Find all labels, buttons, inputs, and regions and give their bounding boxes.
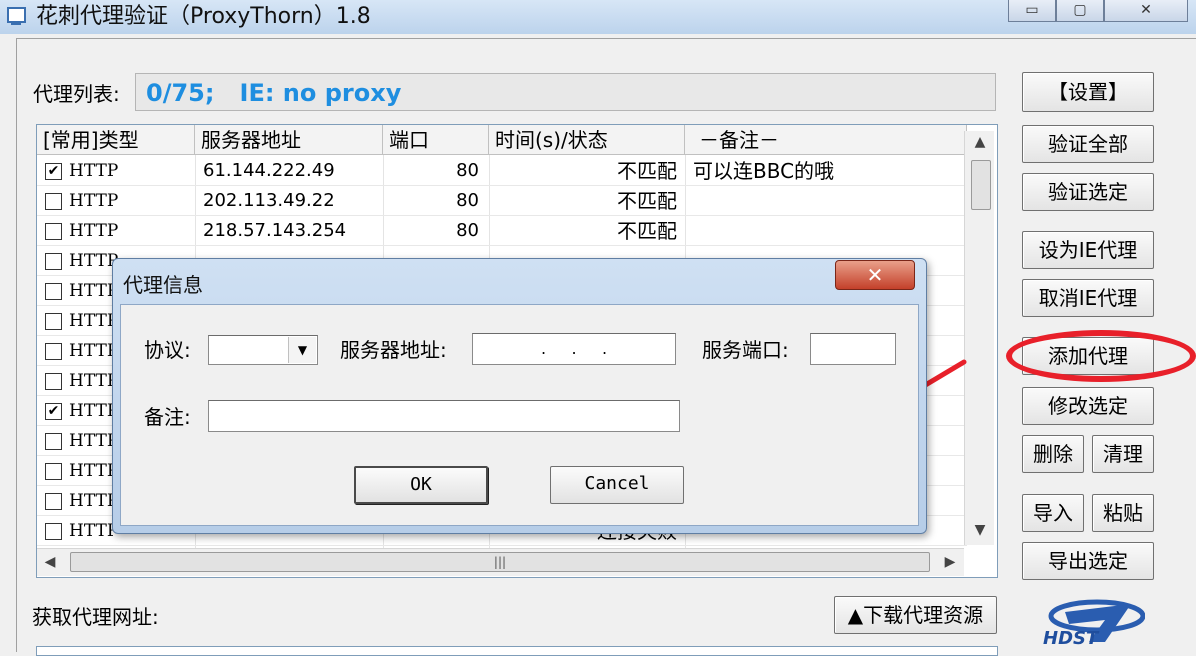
- note-label: 备注:: [144, 405, 191, 429]
- cell-type: HTTP: [69, 191, 119, 211]
- row-checkbox[interactable]: [45, 193, 62, 210]
- server-address-label: 服务器地址:: [340, 338, 447, 362]
- cell-note: [693, 216, 963, 246]
- cell-address: 218.57.143.254: [203, 220, 347, 241]
- svg-text:HDST: HDST: [1043, 628, 1100, 648]
- clean-button[interactable]: 清理: [1092, 435, 1154, 473]
- download-proxy-source-button[interactable]: ▲下载代理资源: [834, 596, 997, 634]
- row-checkbox[interactable]: [45, 283, 62, 300]
- cell-type: HTTP: [69, 221, 119, 241]
- horizontal-scroll-thumb[interactable]: |||: [70, 552, 930, 572]
- cell-status: 不匹配: [617, 219, 677, 243]
- row-checkbox[interactable]: [45, 313, 62, 330]
- row-checkbox[interactable]: ✔: [45, 403, 62, 420]
- row-checkbox[interactable]: [45, 253, 62, 270]
- maximize-button[interactable]: ▢: [1056, 0, 1104, 22]
- cell-port: 80: [456, 220, 479, 241]
- row-checkbox[interactable]: [45, 373, 62, 390]
- column-header-note[interactable]: －备注－: [685, 125, 967, 155]
- column-header-type[interactable]: [常用]类型: [37, 125, 195, 155]
- service-port-field[interactable]: [810, 333, 896, 365]
- server-address-field[interactable]: . . .: [472, 333, 676, 365]
- annotation-ellipse: [1006, 330, 1196, 382]
- dropdown-arrow-icon[interactable]: ▼: [288, 337, 316, 363]
- proxy-list-label: 代理列表:: [33, 82, 120, 106]
- column-header-address[interactable]: 服务器地址: [195, 125, 383, 155]
- protocol-label: 协议:: [144, 338, 191, 362]
- cell-status: 不匹配: [617, 159, 677, 183]
- settings-button[interactable]: 【设置】: [1022, 72, 1154, 112]
- scroll-down-arrow-icon[interactable]: ▼: [970, 522, 990, 538]
- row-checkbox[interactable]: [45, 433, 62, 450]
- cell-address: 61.144.222.49: [203, 160, 335, 181]
- fetch-url-field[interactable]: [36, 646, 998, 656]
- verify-selected-button[interactable]: 验证选定: [1022, 173, 1154, 211]
- column-header-port[interactable]: 端口: [383, 125, 489, 155]
- column-header-status[interactable]: 时间(s)/状态: [489, 125, 685, 155]
- row-checkbox[interactable]: [45, 493, 62, 510]
- cell-port: 80: [456, 160, 479, 181]
- app-icon: [4, 5, 28, 27]
- row-checkbox[interactable]: [45, 343, 62, 360]
- set-ie-proxy-button[interactable]: 设为IE代理: [1022, 231, 1154, 269]
- scroll-up-arrow-icon[interactable]: ▲: [970, 134, 990, 150]
- paste-button[interactable]: 粘贴: [1092, 494, 1154, 532]
- hdst-logo: HDST: [1043, 599, 1145, 648]
- dialog-close-button[interactable]: ✕: [835, 260, 915, 290]
- delete-button[interactable]: 删除: [1022, 435, 1084, 473]
- cancel-ie-proxy-button[interactable]: 取消IE代理: [1022, 279, 1154, 317]
- note-field[interactable]: [208, 400, 680, 432]
- close-window-button[interactable]: ✕: [1104, 0, 1188, 22]
- export-selected-button[interactable]: 导出选定: [1022, 542, 1154, 580]
- cancel-button[interactable]: Cancel: [550, 466, 684, 504]
- minimize-button[interactable]: ▭: [1008, 0, 1056, 22]
- cell-address: 202.113.49.22: [203, 190, 335, 211]
- fetch-url-label: 获取代理网址:: [32, 605, 159, 629]
- table-row[interactable]: HTTP 218.57.143.254 80 不匹配: [37, 216, 967, 246]
- row-checkbox[interactable]: [45, 223, 62, 240]
- table-row[interactable]: HTTP 202.113.49.22 80 不匹配: [37, 186, 967, 216]
- ok-button[interactable]: OK: [354, 466, 488, 504]
- vertical-scroll-thumb[interactable]: [971, 160, 991, 210]
- cell-note: [693, 186, 963, 216]
- cell-note: 可以连BBC的哦: [693, 159, 835, 183]
- cell-port: 80: [456, 190, 479, 211]
- cell-status: 不匹配: [617, 189, 677, 213]
- row-checkbox[interactable]: [45, 523, 62, 540]
- table-row[interactable]: ✔ HTTP 61.144.222.49 80 不匹配 可以连BBC的哦: [37, 156, 967, 186]
- verify-all-button[interactable]: 验证全部: [1022, 125, 1154, 163]
- scroll-left-arrow-icon[interactable]: ◀: [42, 554, 58, 570]
- service-port-label: 服务端口:: [702, 338, 789, 362]
- import-button[interactable]: 导入: [1022, 494, 1084, 532]
- modify-selected-button[interactable]: 修改选定: [1022, 387, 1154, 425]
- row-checkbox[interactable]: [45, 463, 62, 480]
- scroll-right-arrow-icon[interactable]: ▶: [942, 554, 958, 570]
- proxy-status-text: 0/75; IE: no proxy: [146, 79, 402, 107]
- cell-type: HTTP: [69, 161, 119, 181]
- dialog-title: 代理信息: [123, 273, 203, 297]
- window-title: 花刺代理验证（ProxyThorn）1.8: [36, 4, 371, 29]
- row-checkbox[interactable]: ✔: [45, 163, 62, 180]
